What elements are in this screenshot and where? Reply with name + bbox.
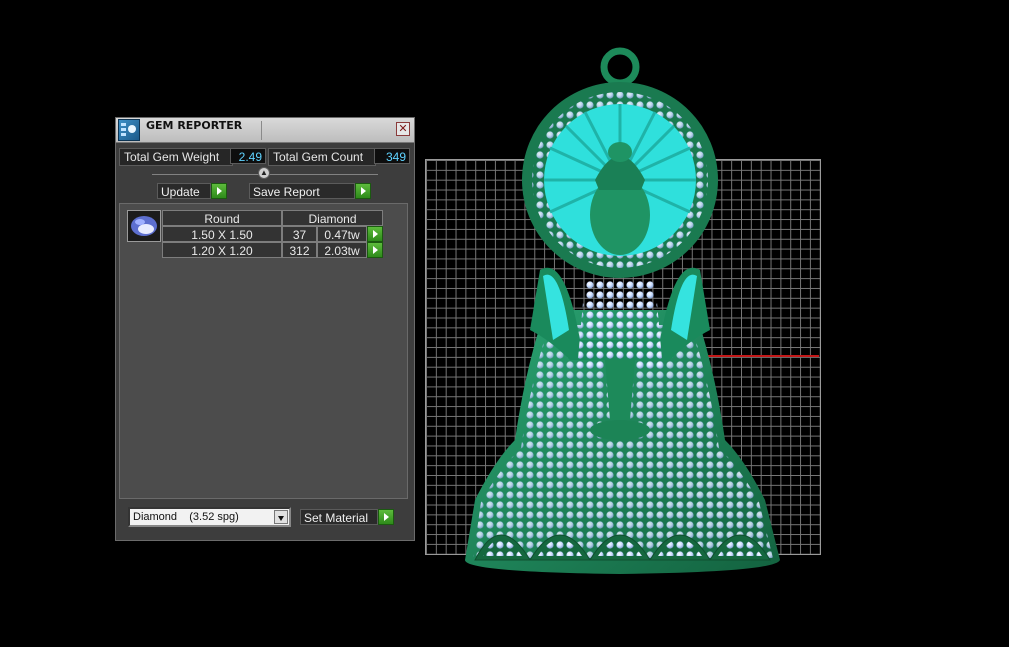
buddha-pendant-model [465,47,780,574]
table-row-count: 37 [282,226,317,242]
material-dropdown-value: Diamond (3.52 spg) [133,511,239,523]
table-row-size: 1.20 X 1.20 [162,242,282,258]
gem-reporter-panel: GEM REPORTER ✕ Total Gem Weight 2.49 Tot… [115,117,415,541]
total-gem-weight-value: 2.49 [230,148,266,164]
gem-list[interactable]: Round Diamond 1.50 X 1.50 37 0.47tw 1.20… [119,203,408,499]
set-material-arrow-icon[interactable] [378,509,394,525]
set-material-button[interactable]: Set Material [300,509,378,525]
table-row-count: 312 [282,242,317,258]
panel-titlebar[interactable]: GEM REPORTER ✕ [116,118,414,143]
row-select-arrow-icon[interactable] [367,242,383,258]
update-arrow-icon[interactable] [211,183,227,199]
total-gem-count-value: 349 [374,148,410,164]
close-button[interactable]: ✕ [396,122,410,136]
panel-title: GEM REPORTER [146,119,243,132]
table-row-weight: 0.47tw [317,226,367,242]
table-header-material: Diamond [282,210,383,226]
close-icon: ✕ [398,123,408,135]
total-gem-count-label: Total Gem Count [268,148,376,166]
material-dropdown[interactable]: Diamond (3.52 spg) [128,507,291,527]
row-select-arrow-icon[interactable] [367,226,383,242]
table-row-weight: 2.03tw [317,242,367,258]
title-divider [261,121,262,140]
save-report-arrow-icon[interactable] [355,183,371,199]
round-gem-icon[interactable] [127,210,161,242]
total-gem-weight-label: Total Gem Weight [119,148,233,166]
update-button[interactable]: Update [157,183,211,199]
table-header-cut: Round [162,210,282,226]
save-report-button[interactable]: Save Report [249,183,355,199]
table-row-size: 1.50 X 1.50 [162,226,282,242]
chevron-up-icon[interactable]: ▲ [258,167,270,179]
chevron-down-icon[interactable] [274,510,288,524]
gem-reporter-icon [118,119,140,141]
